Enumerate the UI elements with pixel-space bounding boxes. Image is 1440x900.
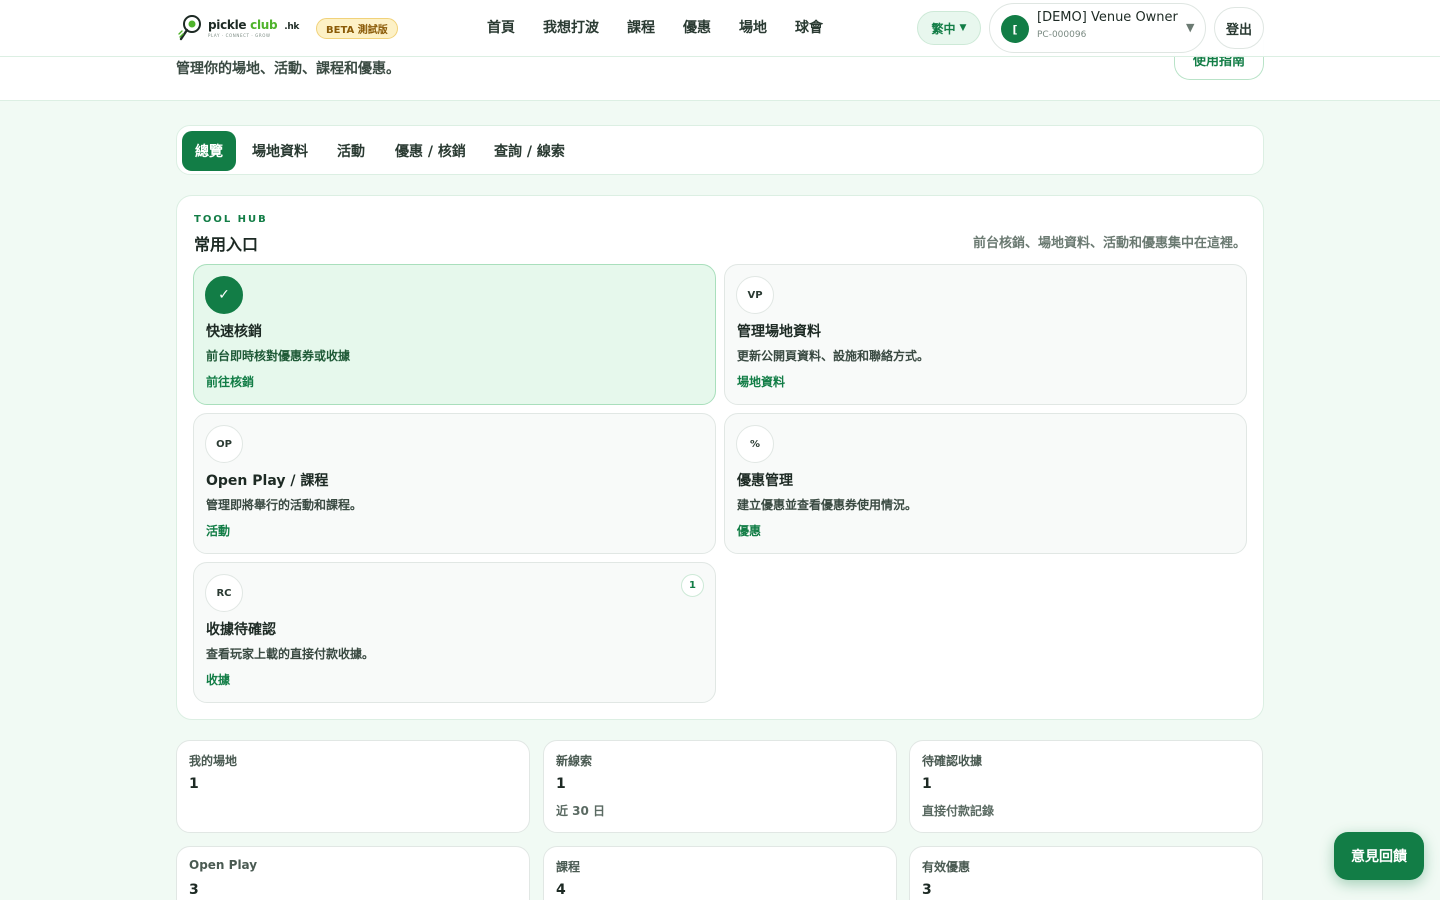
stat-new-leads: 新線索 1 近 30 日 — [543, 740, 897, 833]
card-title: 收據待確認 — [206, 622, 276, 638]
feedback-button[interactable]: 意見回饋 — [1334, 832, 1424, 880]
offer-management-card[interactable]: % 優惠管理 建立優惠並查看優惠券使用情況。 優惠 — [724, 413, 1247, 554]
user-id: PC-000096 — [1037, 30, 1087, 40]
stat-label: 有效優惠 — [922, 860, 971, 874]
stat-label: 課程 — [556, 860, 581, 874]
logo-hk: .hk — [284, 21, 300, 32]
stat-value: 4 — [556, 882, 566, 898]
chevron-down-icon: ▼ — [959, 23, 967, 33]
stat-label: 新線索 — [556, 754, 593, 768]
logo-club: club — [250, 17, 278, 32]
logo-tagline: PLAY · CONNECT · GROW — [208, 32, 271, 38]
card-title: Open Play / 課程 — [206, 473, 329, 489]
card-description: 前台即時核對優惠券或收據 — [206, 349, 351, 363]
card-link[interactable]: 前往核銷 — [206, 373, 254, 390]
dashboard-tabs: 總覽 場地資料 活動 優惠 / 核銷 查詢 / 線索 — [176, 125, 1264, 175]
nav-offers[interactable]: 優惠 — [683, 17, 711, 37]
stat-label: 待確認收據 — [922, 754, 983, 768]
card-title: 快速核銷 — [206, 324, 262, 340]
card-description: 建立優惠並查看優惠券使用情況。 — [737, 498, 918, 512]
logo-pickle: pickle — [208, 17, 247, 32]
beta-badge: BETA 測試版 — [316, 18, 398, 39]
stat-label: 我的場地 — [189, 754, 238, 768]
open-play-card[interactable]: OP Open Play / 課程 管理即將舉行的活動和課程。 活動 — [193, 413, 716, 554]
tab-venue-info[interactable]: 場地資料 — [239, 131, 321, 171]
user-name: [DEMO] Venue Owner — [1037, 10, 1178, 25]
user-menu[interactable]: [ [DEMO] Venue Owner PC-000096 ▼ — [989, 3, 1206, 53]
card-link[interactable]: 場地資料 — [737, 373, 785, 390]
tab-enquiries-leads[interactable]: 查詢 / 線索 — [481, 131, 578, 171]
tab-overview[interactable]: 總覽 — [182, 131, 236, 171]
tool-hub-title: 常用入口 — [194, 235, 259, 254]
stat-label: Open Play — [189, 858, 258, 872]
main-nav: 首頁 我想打波 課程 優惠 場地 球會 — [487, 17, 851, 37]
stat-open-play: Open Play 3 — [176, 846, 530, 900]
page-subtitle: 管理你的場地、活動、課程和優惠。 — [176, 61, 400, 77]
stat-value: 3 — [189, 882, 199, 898]
chevron-down-icon: ▼ — [1186, 21, 1195, 34]
tool-hub-kicker: TOOL HUB — [194, 214, 268, 225]
stat-courses: 課程 4 — [543, 846, 897, 900]
card-link[interactable]: 優惠 — [737, 522, 761, 539]
stat-active-offers: 有效優惠 3 — [909, 846, 1263, 900]
stat-my-venues: 我的場地 1 — [176, 740, 530, 833]
check-icon: ✓ — [205, 276, 243, 314]
tool-hub-description: 前台核銷、場地資料、活動和優惠集中在這裡。 — [972, 236, 1246, 251]
pickleball-paddle-icon — [178, 15, 201, 41]
receipt-icon: RC — [205, 574, 243, 612]
card-description: 查看玩家上載的直接付款收據。 — [206, 647, 375, 661]
venue-profile-icon: VP — [736, 276, 774, 314]
percent-icon: % — [736, 425, 774, 463]
nav-clubs[interactable]: 球會 — [795, 17, 823, 37]
venue-profile-card[interactable]: VP 管理場地資料 更新公開頁資料、設施和聯絡方式。 場地資料 — [724, 264, 1247, 405]
nav-venues[interactable]: 場地 — [739, 17, 767, 37]
top-navbar: pickle club .hk PLAY · CONNECT · GROW BE… — [0, 0, 1440, 57]
logout-button[interactable]: 登出 — [1214, 7, 1264, 49]
stat-note: 直接付款記錄 — [922, 804, 995, 818]
stat-value: 1 — [189, 776, 199, 792]
receipts-pending-card[interactable]: RC 1 收據待確認 查看玩家上載的直接付款收據。 收據 — [193, 562, 716, 703]
card-title: 優惠管理 — [737, 473, 793, 489]
tool-hub: TOOL HUB 常用入口 前台核銷、場地資料、活動和優惠集中在這裡。 ✓ 快速… — [176, 195, 1264, 720]
open-play-icon: OP — [205, 425, 243, 463]
nav-play[interactable]: 我想打波 — [543, 17, 599, 37]
card-description: 管理即將舉行的活動和課程。 — [206, 498, 363, 512]
language-label: 繁中 — [931, 21, 956, 36]
stat-note: 近 30 日 — [556, 804, 606, 818]
quick-redeem-card[interactable]: ✓ 快速核銷 前台即時核對優惠券或收據 前往核銷 — [193, 264, 716, 405]
tab-events[interactable]: 活動 — [324, 131, 378, 171]
card-description: 更新公開頁資料、設施和聯絡方式。 — [737, 349, 930, 363]
card-link[interactable]: 收據 — [206, 671, 230, 688]
language-switcher[interactable]: 繁中 ▼ — [917, 11, 981, 45]
avatar: [ — [1001, 15, 1029, 43]
site-logo[interactable]: pickle club .hk PLAY · CONNECT · GROW — [178, 14, 299, 42]
card-title: 管理場地資料 — [737, 324, 821, 340]
tab-offers-redeem[interactable]: 優惠 / 核銷 — [382, 131, 479, 171]
logo-wordmark: pickle club .hk PLAY · CONNECT · GROW — [208, 19, 299, 38]
stat-value: 1 — [922, 776, 932, 792]
stat-value: 1 — [556, 776, 566, 792]
pending-count-badge: 1 — [681, 574, 704, 597]
stat-pending-receipts: 待確認收據 1 直接付款記錄 — [909, 740, 1263, 833]
stat-value: 3 — [922, 882, 932, 898]
nav-courses[interactable]: 課程 — [627, 17, 655, 37]
card-link[interactable]: 活動 — [206, 522, 230, 539]
nav-home[interactable]: 首頁 — [487, 17, 515, 37]
